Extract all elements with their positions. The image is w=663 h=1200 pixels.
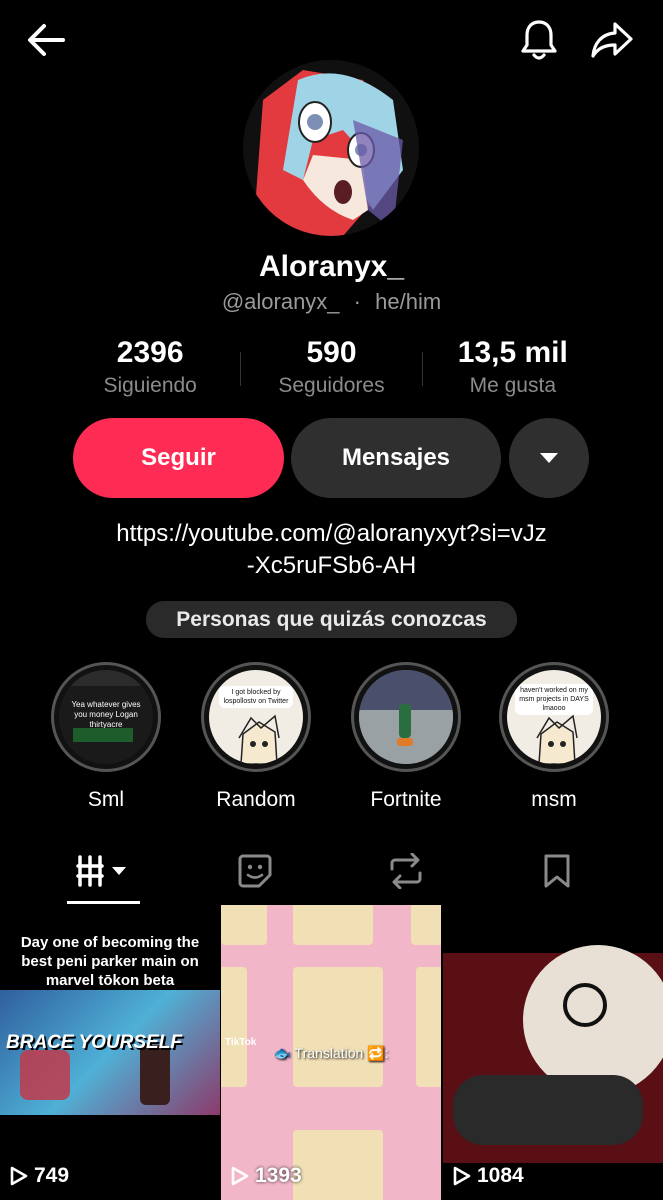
highlight-cover: Yea whatever gives you money Logan thirt… [51, 662, 161, 772]
play-icon [10, 1166, 28, 1186]
bio-link-line: -Xc5ruFSb6-AH [246, 552, 417, 579]
follow-button[interactable]: Seguir [73, 418, 284, 498]
highlight-cover-text: haven't worked on my msm projects in DAY… [515, 684, 593, 715]
video-caption: 🐟 Translation 🔁: [273, 1045, 389, 1061]
highlight-fortnite[interactable]: Fortnite [346, 662, 466, 812]
highlight-msm[interactable]: haven't worked on my msm projects in DAY… [494, 662, 614, 812]
view-count: 1084 [453, 1164, 524, 1188]
highlight-label: msm [531, 788, 577, 811]
profile-tabs [0, 838, 663, 904]
highlight-label: Random [216, 788, 296, 811]
avatar-anime-illustration [243, 60, 419, 236]
arrow-left-icon [28, 24, 65, 56]
view-count: 1393 [231, 1164, 302, 1188]
stat-label: Me gusta [469, 374, 557, 397]
tab-reposts[interactable] [361, 838, 451, 904]
stat-followers[interactable]: 590 Seguidores [241, 334, 421, 404]
bookmark-icon [544, 854, 570, 888]
bio-link-line: https://youtube.com/@aloranyxyt?si=vJz [116, 520, 547, 547]
sticker-icon [238, 854, 272, 888]
highlight-cover-text: Yea whatever gives you money Logan thirt… [71, 700, 141, 729]
grid-videos-icon [76, 855, 126, 887]
message-button[interactable]: Mensajes [291, 418, 501, 498]
story-highlights: Yea whatever gives you money Logan thirt… [0, 662, 663, 822]
view-count-value: 1084 [477, 1164, 524, 1187]
action-buttons: Seguir Mensajes [73, 418, 589, 498]
play-icon [453, 1166, 471, 1186]
video-frame: BRACE YOURSELF [0, 990, 220, 1115]
video-caption: Day one of becoming the best peni parker… [20, 934, 200, 989]
stat-label: Siguiendo [103, 374, 197, 397]
video-thumbnail[interactable]: Day one of becoming the best peni parker… [0, 905, 220, 1200]
bio-link[interactable]: https://youtube.com/@aloranyxyt?si=vJz -… [60, 518, 603, 582]
separator-dot: · [353, 289, 361, 314]
notifications-button[interactable] [515, 16, 563, 64]
video-thumbnail[interactable]: TikTok 🐟 Translation 🔁: 1393 [221, 905, 441, 1200]
view-count: 749 [10, 1164, 69, 1188]
share-arrow-icon [591, 22, 633, 58]
more-options-button[interactable] [509, 418, 589, 498]
stat-value: 590 [306, 336, 357, 369]
profile-avatar[interactable] [243, 60, 419, 236]
share-button[interactable] [586, 16, 638, 64]
caret-down-icon [540, 453, 558, 463]
video-thumbnail[interactable]: 1084 [443, 905, 663, 1200]
tab-saved[interactable] [512, 838, 602, 904]
play-icon [231, 1166, 249, 1186]
repost-icon [390, 853, 422, 889]
suggested-accounts-button[interactable]: Personas que quizás conozcas [146, 601, 517, 638]
view-count-value: 749 [34, 1164, 70, 1187]
highlight-label: Fortnite [370, 788, 442, 811]
highlight-cover: haven't worked on my msm projects in DAY… [499, 662, 609, 772]
display-name: Aloranyx_ [258, 250, 405, 283]
profile-stats: 2396 Siguiendo 590 Seguidores 13,5 mil M… [60, 334, 603, 404]
active-tab-indicator [67, 901, 140, 904]
bell-icon [521, 20, 557, 60]
stat-likes[interactable]: 13,5 mil Me gusta [423, 334, 603, 404]
video-grid: Day one of becoming the best peni parker… [0, 905, 663, 1200]
highlight-cover: I got blocked by lospollostv on Twitter [201, 662, 311, 772]
tab-videos[interactable] [59, 838, 149, 904]
highlight-cover [351, 662, 461, 772]
stat-label: Seguidores [278, 374, 385, 397]
handle-row: @aloranyx_ · he/him [0, 289, 663, 315]
video-overlay-text: BRACE YOURSELF [6, 1032, 182, 1053]
stat-value: 2396 [116, 336, 184, 369]
back-button[interactable] [22, 18, 70, 62]
username-handle: @aloranyx_ [221, 289, 340, 314]
highlight-random[interactable]: I got blocked by lospollostv on Twitter … [196, 662, 316, 812]
stat-following[interactable]: 2396 Siguiendo [60, 334, 240, 404]
highlight-cover-text: I got blocked by lospollostv on Twitter [219, 686, 293, 708]
view-count-value: 1393 [255, 1164, 302, 1187]
pronouns: he/him [375, 289, 442, 314]
stat-value: 13,5 mil [457, 336, 568, 369]
highlight-sml[interactable]: Yea whatever gives you money Logan thirt… [46, 662, 166, 812]
highlight-label: Sml [87, 788, 125, 811]
tab-stickers[interactable] [210, 838, 300, 904]
